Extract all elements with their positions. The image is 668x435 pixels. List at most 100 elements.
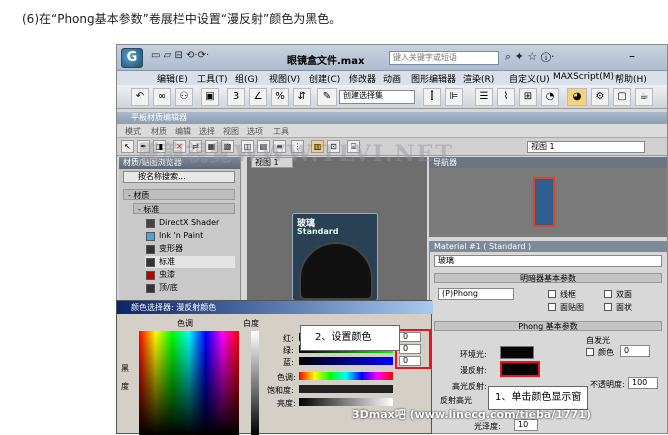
app-logo-button[interactable]: G bbox=[121, 48, 143, 68]
view-select-dropdown[interactable]: 视图 1 bbox=[527, 141, 645, 153]
node-type: Standard bbox=[297, 227, 339, 236]
menu-group[interactable]: 组(G) bbox=[235, 72, 258, 85]
align-icon[interactable]: ⊫ bbox=[445, 88, 463, 106]
minimize-icon[interactable]: – bbox=[629, 49, 635, 63]
diffuse-label: 漫反射: bbox=[460, 366, 487, 375]
degree-label: 度 bbox=[121, 382, 129, 391]
percent-snap-icon[interactable]: % bbox=[271, 88, 289, 106]
main-toolbar: ↶ ∞ ⚇ ▣ 3 ∠ % ⇵ ✎ 创建选择集 ⫿ ⊫ ☰ ⌇ ⊞ ◔ ◕ ⚙ … bbox=[117, 85, 667, 109]
named-selection-dropdown[interactable]: 创建选择集 bbox=[339, 90, 415, 104]
layer-icon[interactable]: ☰ bbox=[475, 88, 493, 106]
sme-title: 平板材质编辑器 bbox=[117, 112, 667, 124]
material-node[interactable]: 玻璃 Standard bbox=[292, 213, 378, 301]
main-menu: 编辑(E) 工具(T) 组(G) 视图(V) 创建(C) 修改器 动画 图形编辑… bbox=[117, 71, 667, 85]
face-map-label: 面贴图 bbox=[560, 303, 584, 312]
diffuse-color-swatch[interactable] bbox=[500, 361, 540, 377]
browser-item[interactable]: 虫漆 bbox=[145, 269, 235, 281]
menu-help[interactable]: 帮助(H) bbox=[615, 72, 647, 85]
angle-snap-icon[interactable]: ∠ bbox=[249, 88, 267, 106]
menu-customize[interactable]: 自定义(U) bbox=[509, 72, 550, 85]
green-spinner[interactable]: 0 bbox=[399, 344, 421, 354]
opacity-spinner[interactable]: 100 bbox=[628, 377, 658, 389]
hue-slider[interactable] bbox=[299, 372, 393, 380]
browser-item[interactable]: 顶/底 bbox=[145, 282, 235, 294]
category-standard[interactable]: - 标准 bbox=[133, 203, 235, 214]
quick-access-icons[interactable]: ▭ ▱ ⊟ ⟲·⟳· bbox=[151, 50, 209, 61]
menu-tools[interactable]: 工具(T) bbox=[197, 72, 228, 85]
two-sided-checkbox[interactable] bbox=[604, 290, 612, 298]
link-icon[interactable]: ∞ bbox=[153, 88, 171, 106]
shader-dropdown[interactable]: (P)Phong bbox=[438, 288, 514, 300]
navigator-title: 导航器 bbox=[429, 157, 667, 168]
file-title: 眼镜盒文件.max bbox=[287, 56, 365, 67]
material-swatch-icon bbox=[146, 232, 155, 241]
blue-spinner[interactable]: 0 bbox=[399, 356, 421, 366]
render-icon[interactable]: ☕ bbox=[635, 88, 653, 106]
menu-maxscript[interactable]: MAXScript(M) bbox=[553, 72, 614, 82]
blue-label: 蓝: bbox=[283, 358, 294, 367]
schematic-icon[interactable]: ⊞ bbox=[519, 88, 537, 106]
menu-rendering[interactable]: 渲染(R) bbox=[463, 72, 494, 85]
faceted-checkbox[interactable] bbox=[604, 303, 612, 311]
phong-rollout[interactable]: Phong 基本参数 bbox=[434, 321, 662, 331]
snap-icon[interactable]: 3 bbox=[227, 88, 245, 106]
value-slider[interactable] bbox=[299, 398, 393, 406]
material-swatch-icon bbox=[146, 284, 155, 293]
specular-label: 高光反射: bbox=[452, 382, 487, 391]
whiteness-label: 白度 bbox=[243, 319, 259, 328]
hue-value-label: 色调: bbox=[277, 373, 296, 382]
self-illum-color-label: 颜色 bbox=[598, 348, 614, 357]
select-icon[interactable]: ▣ bbox=[201, 88, 219, 106]
blackness-label: 黑 bbox=[121, 364, 129, 373]
color-spectrum[interactable] bbox=[139, 331, 239, 435]
menu-views[interactable]: 视图(V) bbox=[269, 72, 300, 85]
browser-item[interactable]: Ink 'n Paint bbox=[145, 230, 235, 242]
title-icons[interactable]: ⌕ ✦ ☆ ⓘ· bbox=[505, 50, 555, 64]
saturation-label: 饱和度: bbox=[267, 386, 294, 395]
category-materials[interactable]: - 材质 bbox=[123, 189, 235, 200]
curve-editor-icon[interactable]: ⌇ bbox=[497, 88, 515, 106]
hue-label: 色调 bbox=[177, 319, 193, 328]
material-swatch-icon bbox=[146, 245, 155, 254]
slate-editor-icon[interactable]: ◕ bbox=[567, 88, 587, 106]
self-illum-spinner[interactable]: 0 bbox=[620, 345, 650, 357]
ambient-label: 环境光: bbox=[460, 350, 487, 359]
navigator-viewport[interactable] bbox=[533, 177, 555, 227]
menu-create[interactable]: 创建(C) bbox=[309, 72, 340, 85]
material-name-field[interactable]: 玻璃 bbox=[434, 255, 662, 267]
face-map-checkbox[interactable] bbox=[548, 303, 556, 311]
wire-checkbox[interactable] bbox=[548, 290, 556, 298]
undo-icon[interactable]: ↶ bbox=[131, 88, 149, 106]
rgb-highlight: 0 0 0 bbox=[395, 329, 431, 369]
saturation-slider[interactable] bbox=[299, 385, 393, 393]
value-label: 亮度: bbox=[277, 399, 296, 408]
red-spinner[interactable]: 0 bbox=[399, 332, 421, 342]
material-preview bbox=[299, 242, 373, 300]
menu-modifiers[interactable]: 修改器 bbox=[349, 72, 376, 85]
browser-item-selected[interactable]: 标准 bbox=[145, 256, 235, 268]
blue-slider[interactable] bbox=[299, 357, 393, 365]
red-label: 红: bbox=[283, 334, 294, 343]
material-editor-icon[interactable]: ◔ bbox=[541, 88, 559, 106]
ambient-color-swatch[interactable] bbox=[500, 346, 534, 359]
shader-rollout[interactable]: 明暗器基本参数 bbox=[434, 273, 662, 283]
spinner-snap-icon[interactable]: ⇵ bbox=[293, 88, 311, 106]
render-frame-icon[interactable]: ▢ bbox=[613, 88, 631, 106]
opacity-label: 不透明度: bbox=[590, 380, 625, 389]
self-illum-color-checkbox[interactable] bbox=[586, 348, 594, 356]
edit-named-sel-icon[interactable]: ✎ bbox=[317, 88, 337, 106]
browser-item[interactable]: DirectX Shader bbox=[145, 217, 235, 229]
render-setup-icon[interactable]: ⚙ bbox=[591, 88, 609, 106]
browser-item[interactable]: 变形器 bbox=[145, 243, 235, 255]
menu-animation[interactable]: 动画 bbox=[383, 72, 401, 85]
green-label: 绿: bbox=[283, 346, 294, 355]
mirror-icon[interactable]: ⫿ bbox=[423, 88, 441, 106]
bind-icon[interactable]: ⚇ bbox=[175, 88, 193, 106]
pick-icon[interactable]: ↖ bbox=[121, 140, 134, 153]
browser-search-input[interactable]: 按名称搜索... bbox=[123, 171, 235, 183]
material-swatch-icon bbox=[146, 271, 155, 280]
help-search-input[interactable]: 键入关键字或短语 bbox=[389, 51, 499, 65]
menu-edit[interactable]: 编辑(E) bbox=[157, 72, 188, 85]
whiteness-bar[interactable] bbox=[251, 331, 259, 435]
menu-graph-editors[interactable]: 图形编辑器 bbox=[411, 72, 456, 85]
